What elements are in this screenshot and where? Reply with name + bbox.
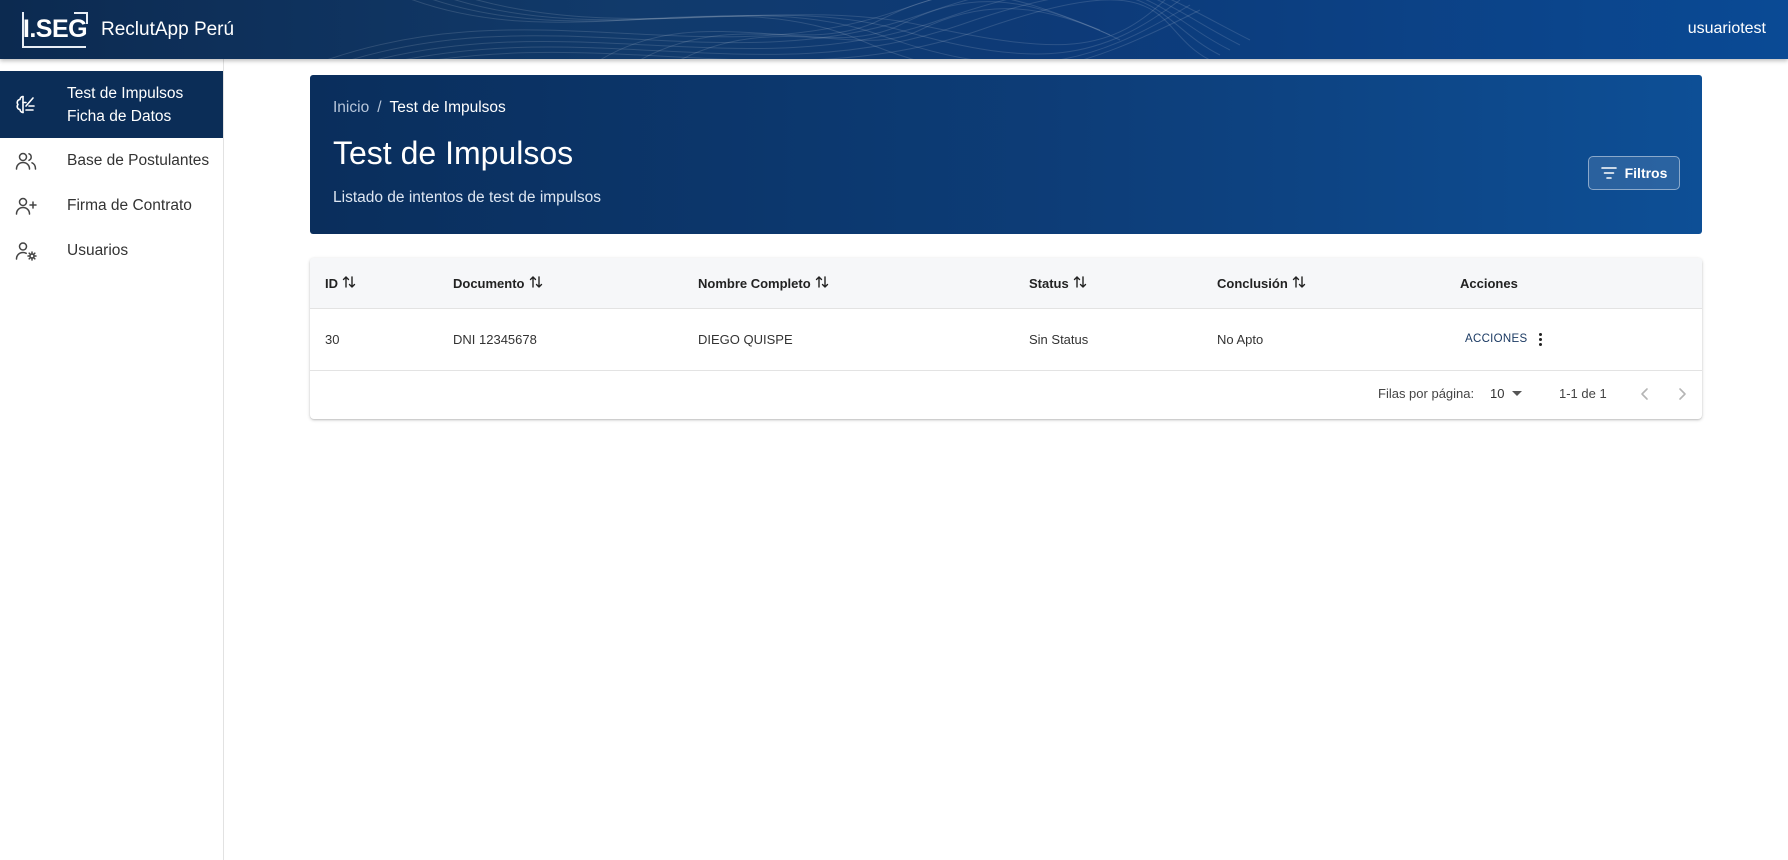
- column-header-acciones: Acciones: [1460, 258, 1518, 309]
- user-plus-icon: [14, 194, 38, 218]
- column-label: Nombre Completo: [698, 276, 811, 291]
- users-icon: [14, 149, 38, 173]
- column-header-conclusion[interactable]: Conclusión: [1217, 258, 1306, 309]
- breadcrumb-separator: /: [377, 99, 382, 116]
- column-label: Documento: [453, 276, 525, 291]
- sort-icon: [815, 275, 829, 292]
- sidebar-item-firma-contrato[interactable]: Firma de Contrato: [0, 183, 223, 228]
- breadcrumb-current: Test de Impulsos: [389, 99, 506, 116]
- rows-per-page-value: 10: [1490, 386, 1505, 401]
- sidebar-item-label-line1: Test de Impulsos: [67, 85, 184, 102]
- column-label: ID: [325, 276, 338, 291]
- brain-icon: [14, 92, 38, 116]
- dropdown-arrow-icon: [1512, 391, 1523, 396]
- column-label: Status: [1029, 276, 1069, 291]
- previous-page-button[interactable]: [1635, 384, 1655, 404]
- table-header: ID Documento Nombre Completo Status Conc…: [310, 258, 1702, 309]
- cell-nombre: DIEGO QUISPE: [698, 331, 793, 347]
- table-row: 30 DNI 12345678 DIEGO QUISPE Sin Status …: [310, 309, 1702, 371]
- sidebar-item-label: Usuarios: [67, 242, 129, 259]
- logo-text: I.SEG: [22, 14, 88, 43]
- cell-documento: DNI 12345678: [453, 331, 537, 347]
- current-user[interactable]: usuariotest: [1688, 20, 1766, 38]
- cell-conclusion: No Apto: [1217, 331, 1264, 347]
- chevron-right-icon: [1679, 388, 1686, 400]
- column-label: Conclusión: [1217, 276, 1288, 291]
- column-header-documento[interactable]: Documento: [453, 258, 543, 309]
- page-subtitle: Listado de intentos de test de impulsos: [333, 189, 601, 206]
- sidebar-item-test-impulsos[interactable]: Test de Impulsos Ficha de Datos: [0, 71, 223, 138]
- sidebar-item-label: Base de Postulantes: [67, 152, 210, 169]
- sidebar-item-label-line2: Ficha de Datos: [67, 108, 172, 125]
- column-header-status[interactable]: Status: [1029, 258, 1087, 309]
- user-gear-icon: [14, 239, 38, 263]
- data-table: ID Documento Nombre Completo Status Conc…: [310, 258, 1702, 419]
- column-header-nombre-completo[interactable]: Nombre Completo: [698, 258, 829, 309]
- chevron-left-icon: [1641, 388, 1648, 400]
- filter-icon: [1600, 167, 1617, 179]
- column-label: Acciones: [1460, 276, 1518, 291]
- sort-icon: [1073, 275, 1087, 292]
- column-header-id[interactable]: ID: [325, 258, 356, 309]
- sort-icon: [529, 275, 543, 292]
- app-name: ReclutApp Perú: [101, 19, 235, 40]
- breadcrumb-home-link[interactable]: Inicio: [333, 99, 369, 116]
- page-header: Inicio / Test de Impulsos Test de Impulsos…: [310, 75, 1702, 234]
- filters-button[interactable]: Filtros: [1588, 156, 1680, 190]
- sort-icon: [1292, 275, 1306, 292]
- sidebar-item-label: Firma de Contrato: [67, 197, 192, 214]
- next-page-button[interactable]: [1672, 384, 1692, 404]
- rows-per-page-select[interactable]: 10: [1490, 386, 1523, 401]
- sidebar: Test de Impulsos Ficha de Datos Base de …: [0, 59, 224, 860]
- cell-status: Sin Status: [1029, 331, 1089, 347]
- more-vert-icon: [1539, 332, 1543, 346]
- breadcrumb: Inicio / Test de Impulsos: [333, 99, 506, 117]
- sidebar-item-usuarios[interactable]: Usuarios: [0, 228, 223, 273]
- page-title: Test de Impulsos: [333, 135, 574, 171]
- cell-id: 30: [325, 331, 340, 347]
- pagination-range: 1-1 de 1: [1559, 386, 1607, 401]
- pagination: Filas por página: 10 1-1 de 1: [310, 371, 1702, 419]
- sidebar-item-base-postulantes[interactable]: Base de Postulantes: [0, 138, 223, 183]
- header-wave-pattern: [328, 0, 1251, 59]
- row-actions-label: ACCIONES: [1465, 333, 1528, 345]
- rows-per-page-label: Filas por página:: [1378, 386, 1475, 401]
- iseg-logo[interactable]: I.SEG: [22, 12, 88, 48]
- row-actions-button[interactable]: ACCIONES: [1465, 309, 1543, 369]
- sort-icon: [342, 275, 356, 292]
- top-app-bar: I.SEG ReclutApp Perú usuariotest: [0, 0, 1788, 59]
- filters-button-label: Filtros: [1624, 165, 1668, 181]
